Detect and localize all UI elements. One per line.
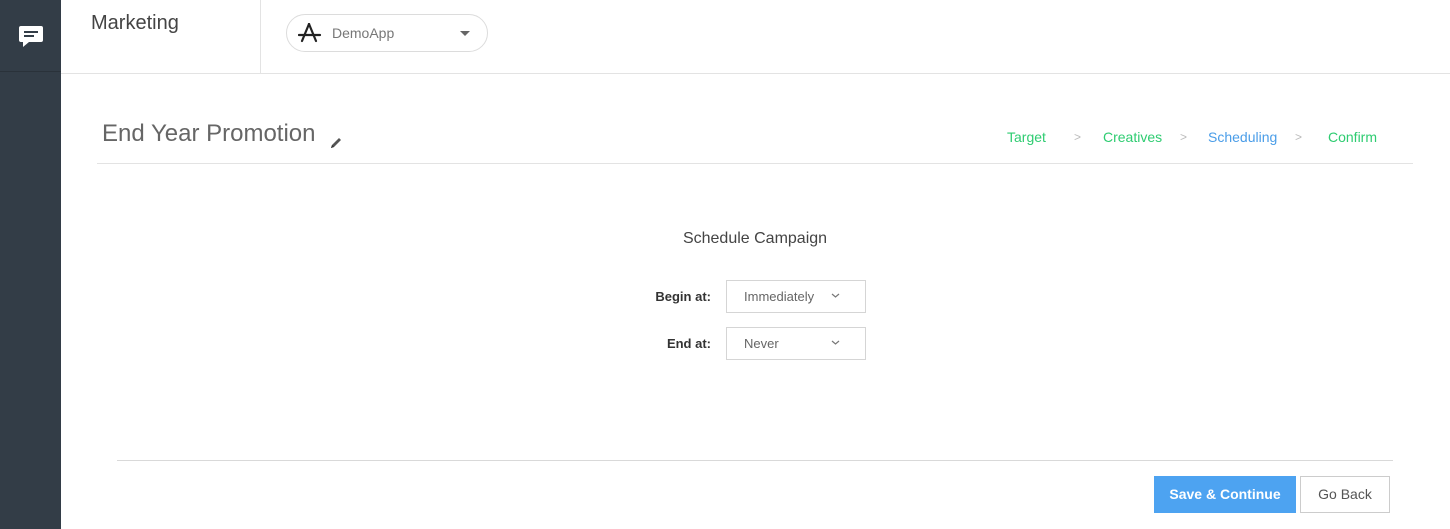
step-target[interactable]: Target	[1007, 129, 1046, 145]
app-selector[interactable]: DemoApp	[286, 14, 488, 52]
app-selector-value: DemoApp	[332, 25, 395, 41]
step-separator: >	[1074, 130, 1082, 144]
begin-at-select[interactable]: Immediately	[726, 280, 866, 313]
chevron-down-icon	[831, 293, 840, 298]
begin-at-value: Immediately	[744, 289, 815, 304]
footer-divider	[117, 460, 1393, 461]
chevron-down-icon	[831, 340, 840, 345]
wizard-steps: Target > Creatives > Scheduling > Confir…	[0, 129, 1450, 149]
begin-at-label: Begin at:	[655, 289, 711, 304]
step-confirm[interactable]: Confirm	[1328, 129, 1377, 145]
end-at-label: End at:	[666, 336, 711, 351]
header-divider	[97, 163, 1413, 164]
step-separator: >	[1180, 130, 1188, 144]
end-at-select[interactable]: Never	[726, 327, 866, 360]
top-bar: Marketing DemoApp	[61, 0, 1450, 74]
step-separator: >	[1295, 130, 1303, 144]
step-creatives[interactable]: Creatives	[1103, 129, 1162, 145]
save-continue-button[interactable]: Save & Continue	[1154, 476, 1296, 513]
go-back-button[interactable]: Go Back	[1300, 476, 1390, 513]
app-logo[interactable]	[0, 0, 61, 72]
sidebar	[0, 0, 61, 529]
caret-down-icon	[460, 31, 470, 36]
step-scheduling[interactable]: Scheduling	[1208, 129, 1277, 145]
end-at-value: Never	[744, 336, 779, 351]
section-title: Marketing	[91, 12, 179, 34]
app-store-icon	[298, 23, 322, 43]
chat-bubble-icon	[18, 25, 43, 47]
topbar-divider	[260, 0, 261, 73]
schedule-heading: Schedule Campaign	[682, 230, 828, 247]
